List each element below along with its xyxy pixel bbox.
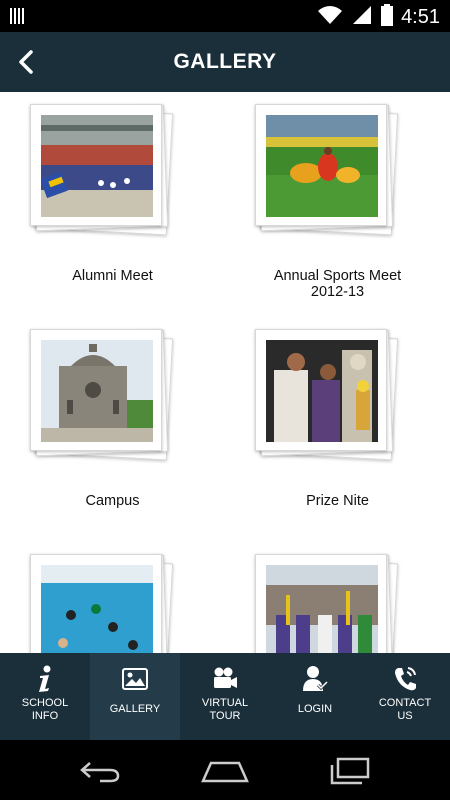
cellular-icon <box>351 4 373 31</box>
album-thumbnail[interactable] <box>30 329 174 461</box>
recents-nav-button[interactable] <box>325 755 375 787</box>
page-title: GALLERY <box>173 50 277 73</box>
album-thumbnail[interactable] <box>255 329 399 461</box>
album-label: Annual Sports Meet 2012-13 <box>273 268 402 300</box>
alumni-meet-photo <box>41 115 153 217</box>
status-bar: 4:51 <box>0 0 450 32</box>
album-label: Alumni Meet <box>72 268 153 284</box>
nav-label: GALLERY <box>109 703 161 715</box>
recents-icon <box>330 757 370 785</box>
nav-gallery[interactable]: GALLERY <box>90 653 180 740</box>
nav-login[interactable]: LOGIN <box>270 653 360 740</box>
prize-nite-photo <box>266 340 378 442</box>
album-thumbnail[interactable] <box>30 104 174 236</box>
back-nav-button[interactable] <box>75 755 125 787</box>
battery-icon <box>381 4 394 31</box>
album-annual-sports-meet[interactable]: Annual Sports Meet 2012-13 <box>225 92 450 317</box>
wifi-icon <box>317 4 343 31</box>
nav-label: SCHOOL INFO <box>21 697 69 722</box>
album-swimming[interactable] <box>0 542 225 653</box>
album-parade[interactable] <box>225 542 450 653</box>
signal-bars-icon <box>10 6 28 31</box>
swimming-photo <box>41 565 153 653</box>
bottom-nav: SCHOOL INFO GALLERY VIRTUAL TOUR LOGIN C… <box>0 653 450 740</box>
video-camera-icon <box>180 665 270 693</box>
home-nav-button[interactable] <box>200 755 250 787</box>
album-thumbnail[interactable] <box>255 104 399 236</box>
gallery-icon <box>90 665 180 693</box>
parade-photo <box>266 565 378 653</box>
home-icon <box>201 761 249 783</box>
sports-meet-photo <box>266 115 378 217</box>
nav-virtual-tour[interactable]: VIRTUAL TOUR <box>180 653 270 740</box>
album-prize-nite[interactable]: Prize Nite <box>225 317 450 542</box>
album-label: Prize Nite <box>306 493 369 509</box>
info-icon <box>0 665 90 693</box>
nav-label: CONTACT US <box>378 697 432 722</box>
system-nav-bar <box>0 740 450 800</box>
album-thumbnail[interactable] <box>30 554 174 653</box>
album-label: Campus <box>85 493 140 509</box>
status-icons: 4:51 <box>317 4 440 31</box>
clock: 4:51 <box>401 6 440 28</box>
back-arrow-icon <box>80 762 120 783</box>
phone-icon <box>360 665 450 693</box>
nav-school-info[interactable]: SCHOOL INFO <box>0 653 90 740</box>
nav-contact-us[interactable]: CONTACT US <box>360 653 450 740</box>
album-thumbnail[interactable] <box>255 554 399 653</box>
app-header: GALLERY <box>0 32 450 92</box>
campus-photo <box>41 340 153 442</box>
gallery-grid[interactable]: Alumni Meet Annual Sports Meet 2012-13 C… <box>0 92 450 653</box>
user-icon <box>270 665 360 693</box>
album-campus[interactable]: Campus <box>0 317 225 542</box>
nav-label: VIRTUAL TOUR <box>201 697 249 722</box>
album-alumni-meet[interactable]: Alumni Meet <box>0 92 225 317</box>
nav-label: LOGIN <box>297 703 333 715</box>
